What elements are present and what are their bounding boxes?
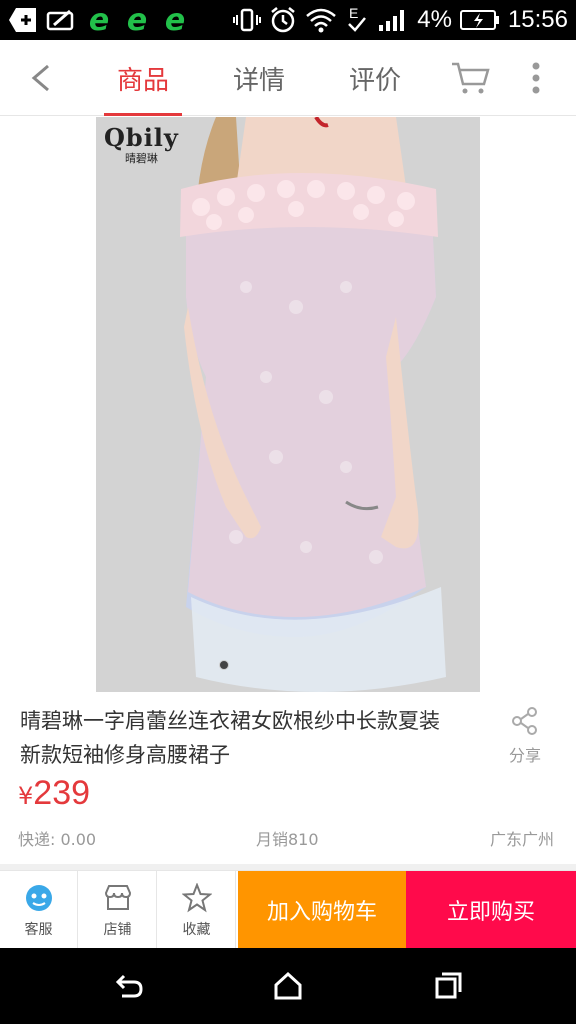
product-image-carousel[interactable]: Qbily 晴碧琳: [96, 117, 480, 692]
more-vertical-icon: [532, 62, 540, 94]
customer-service-label: 客服: [24, 922, 53, 938]
tab-reviews[interactable]: 评价: [330, 60, 420, 97]
system-recents-button[interactable]: [430, 968, 466, 1004]
shipping-fee: 快递: 0.00: [18, 830, 97, 849]
monthly-sales: 月销810: [256, 830, 319, 849]
data-e-icon: E: [345, 5, 369, 34]
add-to-cart-button[interactable]: 加入购物车: [238, 871, 406, 949]
vibrate-icon: [233, 6, 262, 34]
add-icon: [8, 6, 38, 34]
cart-button[interactable]: [448, 58, 492, 98]
shopping-cart-icon: [452, 62, 490, 94]
battery-percent: 4%: [417, 6, 452, 33]
product-top-nav: 商品 详情 评价: [0, 40, 576, 116]
brand-logo: Qbily 晴碧琳: [104, 123, 179, 165]
home-icon: [274, 971, 302, 1000]
seller-location: 广东广州: [490, 830, 555, 849]
price-value: 239: [33, 774, 91, 812]
system-home-button[interactable]: [270, 968, 306, 1004]
active-tab-indicator: [104, 113, 182, 116]
status-bar: e e e E 4% 15:56: [0, 0, 576, 40]
system-navigation-bar: [0, 948, 576, 1024]
shop-button[interactable]: 店铺: [79, 871, 157, 949]
clock: 15:56: [507, 6, 568, 33]
share-label: 分享: [508, 746, 541, 765]
favorite-button[interactable]: 收藏: [158, 871, 236, 949]
product-price: ¥239: [18, 774, 90, 813]
favorite-label: 收藏: [182, 922, 211, 938]
tab-product[interactable]: 商品: [98, 60, 188, 97]
recent-apps-icon: [435, 972, 462, 999]
bottom-action-bar: 客服 店铺 收藏 加入购物车 立即购买: [0, 870, 576, 949]
product-title: 晴碧琳一字肩蕾丝连衣裙女欧根纱中长款夏装新款短袖修身高腰裙子: [20, 709, 440, 767]
signal-icon: [377, 6, 409, 34]
svg-text:E: E: [349, 5, 358, 21]
dress-product-photo: [96, 117, 480, 692]
share-button[interactable]: 分享: [500, 706, 550, 766]
system-back-button[interactable]: [110, 968, 146, 1004]
more-options-button[interactable]: [524, 58, 548, 98]
chevron-left-icon: [31, 64, 49, 92]
buy-now-button[interactable]: 立即购买: [406, 871, 576, 949]
customer-service-icon: [25, 885, 52, 911]
product-info: 晴碧琳一字肩蕾丝连衣裙女欧根纱中长款夏装新款短袖修身高腰裙子 分享 ¥239 快…: [0, 692, 576, 864]
star-icon: [181, 883, 212, 913]
browser-e-icon: e: [88, 2, 110, 38]
tab-details[interactable]: 详情: [214, 60, 304, 97]
battery-charging-icon: [459, 6, 500, 34]
shop-label: 店铺: [103, 922, 132, 938]
sms-icon: [46, 6, 76, 34]
browser-e-icon: e: [164, 2, 186, 38]
carousel-dot: [219, 660, 229, 670]
shop-icon: [104, 885, 131, 910]
wifi-icon: [305, 6, 337, 34]
currency-symbol: ¥: [18, 782, 34, 810]
share-icon: [512, 707, 537, 735]
back-arrow-icon: [115, 974, 143, 998]
browser-e-icon: e: [126, 2, 148, 38]
back-button[interactable]: [22, 58, 62, 98]
alarm-icon: [269, 6, 297, 34]
customer-service-button[interactable]: 客服: [0, 871, 78, 949]
